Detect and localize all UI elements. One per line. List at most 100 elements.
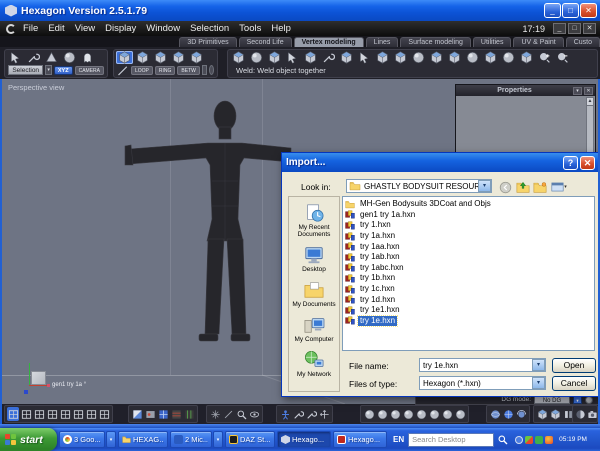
file-row[interactable]: try 1b.hxn — [345, 273, 594, 284]
face-mode-icon[interactable] — [134, 51, 151, 64]
file-row[interactable]: try 1a.hxn — [345, 231, 594, 242]
search-icon[interactable] — [496, 433, 509, 447]
language-indicator[interactable]: EN — [393, 435, 404, 444]
tab-uv-paint[interactable]: UV & Paint — [513, 37, 564, 47]
import-dialog-titlebar[interactable]: Import... ? ✕ — [282, 153, 599, 172]
menu-window[interactable]: Window — [146, 23, 180, 34]
tool-icon-11[interactable] — [410, 51, 427, 64]
shade-hidden-icon[interactable] — [376, 407, 388, 421]
place-desktop[interactable]: Desktop — [302, 245, 326, 273]
camera-icon[interactable] — [587, 407, 598, 421]
tab-custom[interactable]: Custo — [565, 37, 600, 47]
layout-horiz-icon[interactable] — [72, 407, 84, 421]
tray-update-icon[interactable] — [545, 435, 554, 444]
edge-mode-icon[interactable] — [152, 51, 169, 64]
taskbar-group-arrow-icon[interactable]: ▾ — [213, 431, 223, 448]
tool-icon-3[interactable] — [266, 51, 283, 64]
up-folder-icon[interactable] — [515, 180, 530, 194]
menu-tools[interactable]: Tools — [239, 23, 261, 34]
tool-icon-6[interactable] — [320, 51, 337, 64]
file-name-arrow-icon[interactable]: ▾ — [532, 359, 545, 371]
menu-view[interactable]: View — [75, 23, 95, 34]
tab-3d-primitives[interactable]: 3D Primitives — [179, 37, 237, 47]
cone-tool-icon[interactable] — [43, 51, 60, 64]
file-row[interactable]: try 1d.hxn — [345, 294, 594, 305]
xyz-button[interactable]: XYZ — [53, 65, 73, 75]
file-row[interactable]: try 1abc.hxn — [345, 263, 594, 274]
pen-select-icon[interactable] — [117, 65, 129, 75]
menu-display[interactable]: Display — [105, 23, 136, 34]
tool-icon-8[interactable] — [356, 51, 373, 64]
files-of-type-dropdown[interactable]: Hexagon (*.hxn) ▾ — [419, 376, 546, 390]
tool-icon-15[interactable] — [482, 51, 499, 64]
file-row[interactable]: try 1.hxn — [345, 220, 594, 231]
env-rotate-icon[interactable] — [515, 407, 527, 421]
tool-icon-10[interactable] — [392, 51, 409, 64]
point-mode-icon[interactable] — [170, 51, 187, 64]
shrink-selection-icon[interactable] — [208, 65, 214, 75]
grow-selection-icon[interactable] — [201, 65, 207, 75]
tray-messenger-icon[interactable] — [535, 435, 544, 444]
new-folder-icon[interactable] — [532, 180, 547, 194]
tool-icon-7[interactable] — [338, 51, 355, 64]
tray-chevron-icon[interactable] — [515, 435, 524, 444]
file-row[interactable]: try 1aa.hxn — [345, 241, 594, 252]
ring-button[interactable]: RING — [154, 65, 176, 75]
select-tool-icon[interactable] — [7, 51, 24, 64]
menu-selection[interactable]: Selection — [190, 23, 229, 34]
properties-collapse-icon[interactable]: ▾ — [573, 86, 582, 95]
place-recent-documents[interactable]: My Recent Documents — [289, 203, 339, 238]
tab-utilities[interactable]: Utilities — [472, 37, 512, 47]
layout-single-icon[interactable] — [7, 407, 19, 421]
grid-green-icon[interactable] — [183, 407, 195, 421]
menu-edit[interactable]: Edit — [48, 23, 64, 34]
loop-button[interactable]: LOOP — [131, 65, 153, 75]
weld-minus-icon[interactable] — [554, 51, 571, 64]
scroll-up-icon[interactable]: ▲ — [587, 98, 593, 106]
tool-icon-5[interactable] — [302, 51, 319, 64]
tool-icon-16[interactable] — [500, 51, 517, 64]
tab-surface-modeling[interactable]: Surface modeling — [400, 37, 471, 47]
layout-tall-icon[interactable] — [98, 407, 110, 421]
file-row[interactable]: gen1 try 1a.hxn — [345, 210, 594, 221]
tool-icon-17[interactable] — [518, 51, 535, 64]
place-my-network[interactable]: My Network — [297, 350, 331, 378]
tool-icon-2[interactable] — [248, 51, 265, 64]
betw-button[interactable]: BETW — [177, 65, 200, 75]
properties-close-icon[interactable]: ✕ — [584, 86, 593, 95]
camera-button[interactable]: CAMERA — [74, 65, 104, 75]
back-icon[interactable] — [498, 180, 513, 194]
tool-icon-9[interactable] — [374, 51, 391, 64]
taskbar-item-browser[interactable]: 3 Goo... — [59, 431, 105, 448]
file-row[interactable]: MH-Gen Bodysuits 3DCoat and Objs — [345, 199, 594, 210]
taskbar-item-folder[interactable]: HEXAG... — [118, 431, 168, 448]
taskbar-item-daz-studio[interactable]: DAZ St... — [225, 431, 275, 448]
shade-textured-icon[interactable] — [415, 407, 427, 421]
dialog-help-button[interactable]: ? — [563, 155, 578, 170]
shade-flat-icon[interactable] — [389, 407, 401, 421]
tool-wrench2-icon[interactable] — [305, 407, 317, 421]
snap-icon[interactable] — [209, 407, 221, 421]
layout-quad-icon[interactable] — [20, 407, 32, 421]
menu-help[interactable]: Help — [271, 23, 291, 34]
axis-person-icon[interactable] — [279, 407, 291, 421]
smooth-cube-icon[interactable] — [549, 407, 561, 421]
material-icon[interactable] — [144, 407, 156, 421]
taskbar-item-office[interactable]: 2 Mic... — [170, 431, 212, 448]
tool-icon-14[interactable] — [464, 51, 481, 64]
tray-app-icon[interactable] — [525, 435, 534, 444]
properties-header[interactable]: Properties ▾ ✕ — [456, 85, 595, 96]
env-globe-icon[interactable] — [502, 407, 514, 421]
tab-vertex-modeling[interactable]: Vertex modeling — [293, 37, 364, 47]
human-mesh-figure[interactable] — [115, 91, 293, 353]
env-sphere-icon[interactable] — [489, 407, 501, 421]
start-button[interactable]: start — [0, 428, 57, 451]
weld-plus-icon[interactable] — [536, 51, 553, 64]
taskbar-group-arrow-icon[interactable]: ▾ — [106, 431, 116, 448]
move-arrows-icon[interactable] — [318, 407, 330, 421]
tab-lines[interactable]: Lines — [365, 37, 399, 47]
restore-button[interactable]: □ — [562, 3, 579, 18]
file-row[interactable]: try 1e1.hxn — [345, 305, 594, 316]
selection-dropdown-arrow-icon[interactable]: ▾ — [45, 65, 52, 75]
viewport-bg-icon[interactable] — [131, 407, 143, 421]
